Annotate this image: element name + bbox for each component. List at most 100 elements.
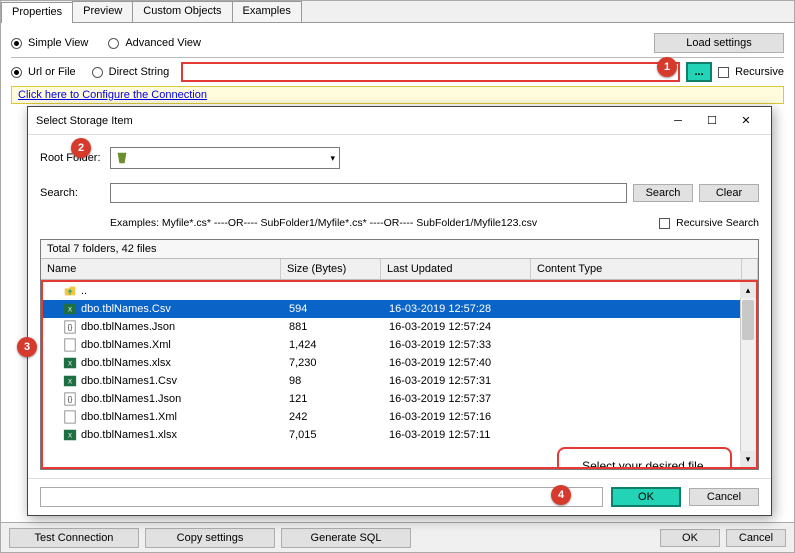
file-size: 242 <box>289 411 389 423</box>
file-date: 16-03-2019 12:57:31 <box>389 375 539 387</box>
table-row[interactable]: Xdbo.tblNames1.xlsx 7,01516-03-2019 12:57… <box>43 426 756 444</box>
list-summary: Total 7 folders, 42 files <box>41 240 758 259</box>
label-recursive: Recursive <box>735 66 784 78</box>
table-row[interactable]: Xdbo.tblNames.xlsx 7,23016-03-2019 12:57:… <box>43 354 756 372</box>
file-size: 98 <box>289 375 389 387</box>
search-label: Search: <box>40 187 104 199</box>
file-list: Total 7 folders, 42 files Name Size (Byt… <box>40 239 759 470</box>
svg-text:X: X <box>68 433 72 440</box>
ok-button[interactable]: OK <box>611 487 681 507</box>
dialog-title: Select Storage Item <box>36 115 133 127</box>
bucket-icon <box>115 151 129 165</box>
selected-path-input[interactable] <box>40 487 603 507</box>
scroll-thumb[interactable] <box>742 300 754 340</box>
col-size[interactable]: Size (Bytes) <box>281 259 381 279</box>
table-row[interactable]: Xdbo.tblNames.Csv59416-03-2019 12:57:28 <box>43 300 756 318</box>
tab-bar: Properties Preview Custom Objects Exampl… <box>1 1 794 23</box>
label-recursive-search: Recursive Search <box>676 217 759 229</box>
label-direct-string: Direct String <box>109 66 170 78</box>
configure-connection-link[interactable]: Click here to Configure the Connection <box>18 89 207 101</box>
col-name[interactable]: Name <box>41 259 281 279</box>
file-size: 594 <box>289 303 389 315</box>
checkbox-recursive-search[interactable] <box>659 218 670 229</box>
list-header: Name Size (Bytes) Last Updated Content T… <box>41 259 758 280</box>
up-folder-row[interactable]: .. <box>43 282 756 300</box>
tab-custom-objects[interactable]: Custom Objects <box>132 1 232 22</box>
search-examples-text: Examples: Myfile*.cs* ----OR---- SubFold… <box>110 217 653 229</box>
file-name: dbo.tblNames.Xml <box>81 339 171 351</box>
search-button[interactable]: Search <box>633 184 693 202</box>
file-date: 16-03-2019 12:57:11 <box>389 429 539 441</box>
csv-file-icon: X <box>63 374 77 388</box>
svg-text:X: X <box>68 361 72 368</box>
browse-button[interactable]: ... <box>686 62 712 82</box>
table-row[interactable]: {} dbo.tblNames1.Json 12116-03-2019 12:57:… <box>43 390 756 408</box>
table-row[interactable]: Xdbo.tblNames1.Csv 9816-03-2019 12:57:31 <box>43 372 756 390</box>
close-button[interactable]: ✕ <box>729 110 763 132</box>
url-file-input[interactable] <box>181 62 680 82</box>
cancel-button[interactable]: Cancel <box>689 488 759 506</box>
radio-url-or-file[interactable] <box>11 67 22 78</box>
file-size: 1,424 <box>289 339 389 351</box>
svg-text:{}: {} <box>68 397 73 404</box>
table-row[interactable]: dbo.tblNames.Xml1,42416-03-2019 12:57:33 <box>43 336 756 354</box>
main-cancel-button[interactable]: Cancel <box>726 529 786 547</box>
scroll-down-icon[interactable]: ▾ <box>740 451 756 467</box>
search-input[interactable] <box>110 183 627 203</box>
step-marker-3: 3 <box>17 337 37 357</box>
step-marker-2: 2 <box>71 138 91 158</box>
radio-simple-view[interactable] <box>11 38 22 49</box>
radio-advanced-view[interactable] <box>108 38 119 49</box>
generate-sql-button[interactable]: Generate SQL <box>281 528 411 548</box>
tab-preview[interactable]: Preview <box>72 1 133 22</box>
file-date: 16-03-2019 12:57:40 <box>389 357 539 369</box>
label-advanced-view: Advanced View <box>125 37 201 49</box>
main-footer: Test Connection Copy settings Generate S… <box>1 522 794 552</box>
label-url-or-file: Url or File <box>28 66 76 78</box>
chevron-down-icon: ▾ <box>330 153 335 164</box>
scroll-up-icon[interactable]: ▴ <box>740 282 756 298</box>
file-date: 16-03-2019 12:57:28 <box>389 303 539 315</box>
load-settings-button[interactable]: Load settings <box>654 33 784 53</box>
file-name: dbo.tblNames1.Json <box>81 393 181 405</box>
clear-button[interactable]: Clear <box>699 184 759 202</box>
root-folder-combo[interactable]: ▾ <box>110 147 340 169</box>
file-size: 121 <box>289 393 389 405</box>
instruction-callout: Select your desired file, which you want… <box>557 447 732 469</box>
svg-text:X: X <box>68 307 72 314</box>
col-updated[interactable]: Last Updated <box>381 259 531 279</box>
json-file-icon: {} <box>63 392 77 406</box>
maximize-button[interactable]: ☐ <box>695 110 729 132</box>
step-marker-4: 4 <box>551 485 571 505</box>
tab-examples[interactable]: Examples <box>232 1 302 22</box>
svg-text:X: X <box>68 379 72 386</box>
json-file-icon: {} <box>63 320 77 334</box>
file-date: 16-03-2019 12:57:37 <box>389 393 539 405</box>
xml-file-icon <box>63 410 77 424</box>
radio-direct-string[interactable] <box>92 67 103 78</box>
xlsx-file-icon: X <box>63 356 77 370</box>
file-date: 16-03-2019 12:57:16 <box>389 411 539 423</box>
col-content-type[interactable]: Content Type <box>531 259 742 279</box>
svg-text:{}: {} <box>68 325 73 332</box>
file-size: 7,015 <box>289 429 389 441</box>
test-connection-button[interactable]: Test Connection <box>9 528 139 548</box>
file-name: dbo.tblNames.xlsx <box>81 357 171 369</box>
file-size: 7,230 <box>289 357 389 369</box>
copy-settings-button[interactable]: Copy settings <box>145 528 275 548</box>
minimize-button[interactable]: ─ <box>661 110 695 132</box>
label-simple-view: Simple View <box>28 37 88 49</box>
tab-properties[interactable]: Properties <box>1 2 73 23</box>
table-row[interactable]: {}dbo.tblNames.Json88116-03-2019 12:57:2… <box>43 318 756 336</box>
file-name: dbo.tblNames.Json <box>81 321 175 333</box>
file-name: dbo.tblNames1.Csv <box>81 375 177 387</box>
scrollbar[interactable]: ▴ ▾ <box>740 282 756 467</box>
main-ok-button[interactable]: OK <box>660 529 720 547</box>
table-row[interactable]: dbo.tblNames1.Xml24216-03-2019 12:57:16 <box>43 408 756 426</box>
folder-up-icon <box>63 284 77 298</box>
file-rows[interactable]: .. Xdbo.tblNames.Csv59416-03-2019 12:57:… <box>41 280 758 469</box>
file-name: dbo.tblNames1.xlsx <box>81 429 177 441</box>
xml-file-icon <box>63 338 77 352</box>
up-folder-label: .. <box>81 285 87 297</box>
checkbox-recursive[interactable] <box>718 67 729 78</box>
